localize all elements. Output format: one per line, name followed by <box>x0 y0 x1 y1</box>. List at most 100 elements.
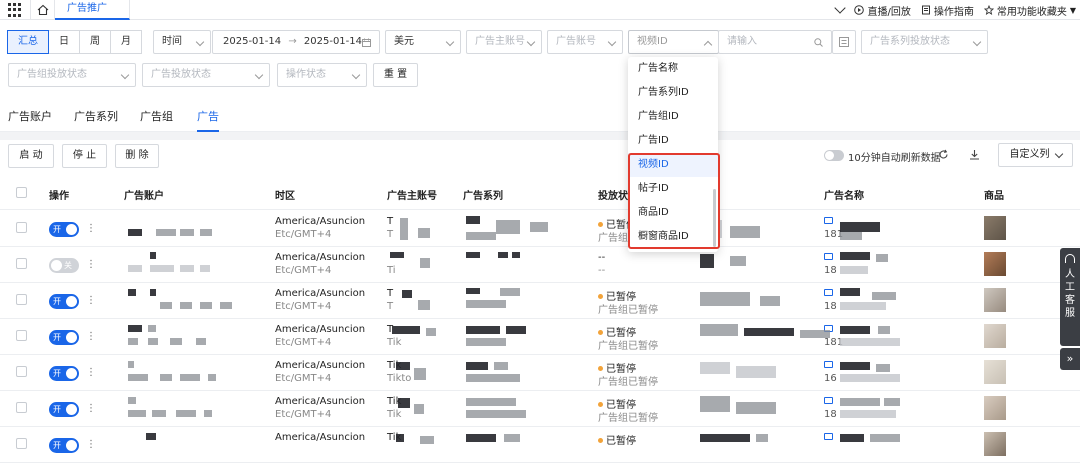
option-group-id[interactable]: 广告组ID <box>628 105 718 129</box>
ad-status-toggle[interactable]: 开 <box>49 366 79 381</box>
segment-week[interactable]: 周 <box>79 30 111 54</box>
id-type-select[interactable]: 视频ID <box>628 30 719 54</box>
option-ad-name[interactable]: 广告名称 <box>628 57 718 81</box>
op-status-select[interactable]: 操作状态 <box>277 63 367 87</box>
row-checkbox[interactable] <box>16 258 27 269</box>
tab-ad-group[interactable]: 广告组 <box>140 108 173 124</box>
ad-status-toggle[interactable]: 开 <box>49 438 79 453</box>
chevron-down-icon <box>526 37 536 47</box>
account-select[interactable]: 广告账号 <box>547 30 623 54</box>
ad-status-toggle[interactable]: 关 <box>49 258 79 273</box>
favorites-link[interactable]: 常用功能收藏夹 ▼ <box>983 3 1076 18</box>
segment-month[interactable]: 月 <box>110 30 142 54</box>
batch-input-button[interactable] <box>832 30 856 54</box>
option-ad-id[interactable]: 广告ID <box>628 129 718 153</box>
timezone-secondary: Etc/GMT+4 <box>275 337 332 348</box>
ad-name-id-prefix: 16 <box>824 373 837 384</box>
row-checkbox[interactable] <box>16 366 27 377</box>
video-icon <box>824 217 833 224</box>
ad-status-toggle[interactable]: 开 <box>49 222 79 237</box>
redacted-block <box>128 325 142 332</box>
redacted-block <box>398 398 410 408</box>
option-series-id[interactable]: 广告系列ID <box>628 81 718 105</box>
delete-button[interactable]: 删 除 <box>115 144 159 168</box>
more-actions-icon[interactable]: ⋮ <box>86 331 96 342</box>
refresh-icon[interactable] <box>938 149 949 160</box>
more-actions-icon[interactable]: ⋮ <box>86 367 96 378</box>
redacted-block <box>128 410 146 417</box>
col-ad-name: 广告名称 <box>824 191 864 202</box>
more-actions-icon[interactable]: ⋮ <box>86 295 96 306</box>
reset-button[interactable]: 重 置 <box>373 63 418 87</box>
headset-icon <box>1065 254 1075 263</box>
segment-summary[interactable]: 汇总 <box>7 30 49 54</box>
book-icon <box>921 5 930 15</box>
highlight-annotation-box <box>628 153 720 249</box>
row-checkbox[interactable] <box>16 438 27 449</box>
product-thumbnail[interactable] <box>984 324 1006 348</box>
tab-ad-series[interactable]: 广告系列 <box>74 108 118 124</box>
table-row <box>0 391 1080 427</box>
status-dot <box>598 366 603 371</box>
tab-ad-promotion[interactable]: 广告推广 <box>55 0 130 20</box>
time-select[interactable]: 时间 <box>153 30 211 54</box>
auto-refresh-toggle[interactable] <box>824 150 844 161</box>
ad-status-toggle[interactable]: 开 <box>49 330 79 345</box>
product-thumbnail[interactable] <box>984 432 1006 456</box>
delivery-status-detail: 广告组已暂停 <box>598 305 658 316</box>
tab-ad-account[interactable]: 广告账户 <box>8 108 52 124</box>
table-row <box>0 283 1080 319</box>
series-status-select[interactable]: 广告系列投放状态 <box>861 30 988 54</box>
row-checkbox[interactable] <box>16 294 27 305</box>
ad-status-toggle[interactable]: 开 <box>49 402 79 417</box>
row-checkbox[interactable] <box>16 222 27 233</box>
more-actions-icon[interactable]: ⋮ <box>86 259 96 270</box>
product-thumbnail[interactable] <box>984 360 1006 384</box>
more-actions-icon[interactable]: ⋮ <box>86 439 96 450</box>
redacted-block <box>840 252 870 260</box>
apps-grid-icon[interactable] <box>8 3 22 17</box>
row-checkbox[interactable] <box>16 402 27 413</box>
collapse-panel-button[interactable]: » <box>1060 348 1080 370</box>
download-icon[interactable] <box>969 149 980 160</box>
ad-status-toggle[interactable]: 开 <box>49 294 79 309</box>
chevron-down-icon <box>607 37 617 47</box>
currency-select[interactable]: 美元 <box>385 30 461 54</box>
star-icon <box>983 5 994 15</box>
live-link[interactable]: 直播/回放 <box>854 3 911 18</box>
group-status-select[interactable]: 广告组投放状态 <box>8 63 136 87</box>
product-thumbnail[interactable] <box>984 396 1006 420</box>
redacted-block <box>466 338 506 346</box>
stop-button[interactable]: 停 止 <box>62 144 107 168</box>
redacted-block <box>200 302 212 309</box>
date-range-picker[interactable]: 2025-01-14 → 2025-01-14 <box>212 30 380 54</box>
search-icon <box>814 38 823 47</box>
redacted-block <box>176 410 196 417</box>
main-account-select[interactable]: 广告主账号 <box>466 30 542 54</box>
redacted-block <box>756 434 768 442</box>
timezone-primary: America/Asuncion <box>275 396 366 407</box>
redacted-block <box>730 256 746 266</box>
list-icon <box>839 37 849 47</box>
more-actions-icon[interactable]: ⋮ <box>86 403 96 414</box>
redacted-block <box>128 229 142 236</box>
start-button[interactable]: 启 动 <box>8 144 54 168</box>
row-checkbox[interactable] <box>16 330 27 341</box>
tab-ad[interactable]: 广告 <box>197 108 219 132</box>
customer-service-panel[interactable]: 人工客服 <box>1060 248 1080 346</box>
home-tab[interactable] <box>30 0 55 20</box>
product-thumbnail[interactable] <box>984 288 1006 312</box>
segment-day[interactable]: 日 <box>48 30 80 54</box>
select-all-checkbox[interactable] <box>16 187 27 198</box>
product-thumbnail[interactable] <box>984 252 1006 276</box>
more-actions-icon[interactable]: ⋮ <box>86 223 96 234</box>
guide-link[interactable]: 操作指南 <box>921 3 974 18</box>
chevron-down-icon[interactable] <box>834 2 847 14</box>
redacted-block <box>466 362 488 370</box>
custom-columns-button[interactable]: 自定义列 <box>998 143 1073 167</box>
redacted-block <box>504 434 520 442</box>
ad-status-select[interactable]: 广告投放状态 <box>142 63 270 87</box>
search-input[interactable]: 请输入 <box>718 30 832 54</box>
ad-name-id-prefix: 18 <box>824 409 837 420</box>
product-thumbnail[interactable] <box>984 216 1006 240</box>
